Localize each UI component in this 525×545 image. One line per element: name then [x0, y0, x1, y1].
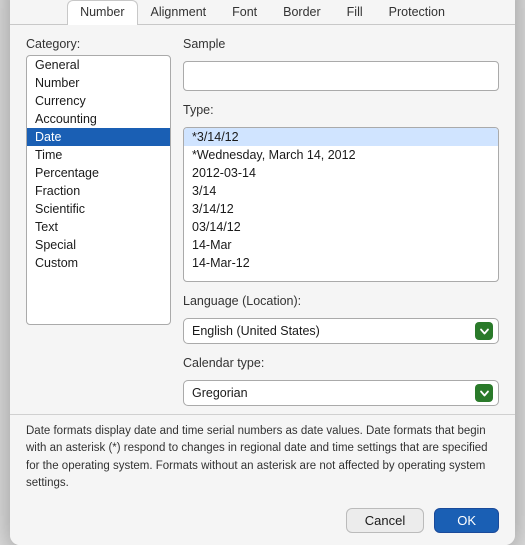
tab-bar: Number Alignment Font Border Fill Protec… [10, 0, 515, 25]
tab-alignment[interactable]: Alignment [138, 0, 220, 25]
category-item-general[interactable]: General [27, 56, 170, 74]
left-panel: Category: General Number Currency Accoun… [26, 37, 171, 406]
button-row: Cancel OK [10, 502, 515, 545]
language-select-wrapper: English (United States) English (UK) Spa… [183, 318, 499, 344]
category-label: Category: [26, 37, 171, 51]
category-item-date[interactable]: Date [27, 128, 170, 146]
category-item-text[interactable]: Text [27, 218, 170, 236]
category-item-number[interactable]: Number [27, 74, 170, 92]
type-item-7[interactable]: 14-Mar [184, 236, 498, 254]
category-item-percentage[interactable]: Percentage [27, 164, 170, 182]
type-label: Type: [183, 103, 499, 117]
category-item-time[interactable]: Time [27, 146, 170, 164]
description-text: Date formats display date and time seria… [10, 414, 515, 502]
language-select[interactable]: English (United States) English (UK) Spa… [183, 318, 499, 344]
category-item-currency[interactable]: Currency [27, 92, 170, 110]
calendar-label: Calendar type: [183, 356, 499, 370]
tab-font[interactable]: Font [219, 0, 270, 25]
ok-button[interactable]: OK [434, 508, 499, 533]
language-label: Language (Location): [183, 294, 499, 308]
category-item-special[interactable]: Special [27, 236, 170, 254]
category-item-scientific[interactable]: Scientific [27, 200, 170, 218]
type-item-8[interactable]: 14-Mar-12 [184, 254, 498, 272]
tab-border[interactable]: Border [270, 0, 334, 25]
category-item-fraction[interactable]: Fraction [27, 182, 170, 200]
type-item-2[interactable]: *Wednesday, March 14, 2012 [184, 146, 498, 164]
tab-number[interactable]: Number [67, 0, 137, 25]
category-item-custom[interactable]: Custom [27, 254, 170, 272]
sample-label: Sample [183, 37, 499, 51]
calendar-select[interactable]: Gregorian Islamic Hebrew Japanese [183, 380, 499, 406]
tab-protection[interactable]: Protection [376, 0, 458, 25]
type-list[interactable]: *3/14/12 *Wednesday, March 14, 2012 2012… [183, 127, 499, 282]
sample-box [183, 61, 499, 91]
main-content: Category: General Number Currency Accoun… [10, 25, 515, 414]
type-item-5[interactable]: 3/14/12 [184, 200, 498, 218]
right-panel: Sample Type: *3/14/12 *Wednesday, March … [183, 37, 499, 406]
type-item-6[interactable]: 03/14/12 [184, 218, 498, 236]
type-item-4[interactable]: 3/14 [184, 182, 498, 200]
category-list[interactable]: General Number Currency Accounting Date … [26, 55, 171, 325]
cancel-button[interactable]: Cancel [346, 508, 424, 533]
type-item-3[interactable]: 2012-03-14 [184, 164, 498, 182]
type-item-1[interactable]: *3/14/12 [184, 128, 498, 146]
calendar-select-wrapper: Gregorian Islamic Hebrew Japanese [183, 380, 499, 406]
tab-fill[interactable]: Fill [334, 0, 376, 25]
format-cells-dialog: Format Cells Number Alignment Font Borde… [10, 0, 515, 545]
category-item-accounting[interactable]: Accounting [27, 110, 170, 128]
